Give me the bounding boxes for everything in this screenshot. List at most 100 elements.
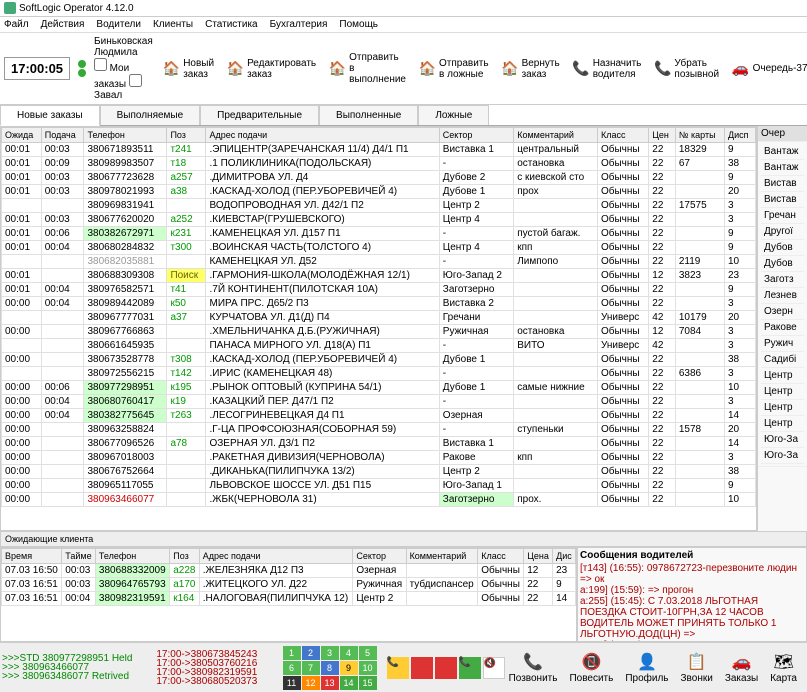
order-row[interactable]: 00:0000:04380382775645т263.ЛЕСОГРИНЕВЕЦК…: [2, 409, 756, 423]
sector-item[interactable]: Центр: [761, 400, 804, 416]
tab-completed[interactable]: Выполненные: [319, 105, 418, 125]
line-6[interactable]: 6: [283, 661, 301, 675]
line-4[interactable]: 4: [340, 646, 358, 660]
queue-button[interactable]: 🚗Очередь-379: [730, 58, 807, 80]
order-row[interactable]: 00:0100:06380382672971к231.КАМЕНЕЦКАЯ УЛ…: [2, 227, 756, 241]
assign-driver-button[interactable]: 📞Назначить водителя: [570, 56, 644, 82]
tab-false[interactable]: Ложные: [418, 105, 489, 125]
menu-stats[interactable]: Статистика: [205, 19, 258, 30]
line-15[interactable]: 15: [359, 676, 377, 690]
col-header[interactable]: Комментарий: [514, 128, 598, 143]
edit-order-button[interactable]: 🏠Редактировать заказ: [225, 56, 319, 82]
sector-item[interactable]: Дубов: [761, 256, 804, 272]
menu-drivers[interactable]: Водители: [96, 19, 141, 30]
order-row[interactable]: 380967777031а37КУРЧАТОВА УЛ. Д1(Д) П4Гре…: [2, 311, 756, 325]
order-row[interactable]: 00:0100:03380978021993а38.КАСКАД-ХОЛОД (…: [2, 185, 756, 199]
phone-btn-5[interactable]: 🔇: [483, 657, 505, 679]
order-row[interactable]: 00:01380688309308Поиск.ГАРМОНИЯ-ШКОЛА(МО…: [2, 269, 756, 283]
menu-help[interactable]: Помощь: [339, 19, 378, 30]
col-header[interactable]: Цен: [649, 128, 676, 143]
col-header[interactable]: Ожида: [2, 128, 42, 143]
orders-action[interactable]: 🚗Заказы: [725, 652, 758, 684]
order-row[interactable]: 00:00380963466077.ЖБК(ЧЕРНОВОЛА 31)Загот…: [2, 493, 756, 507]
line-13[interactable]: 13: [321, 676, 339, 690]
phone-btn-3[interactable]: [435, 657, 457, 679]
return-order-button[interactable]: 🏠Вернуть заказ: [499, 56, 562, 82]
line-11[interactable]: 11: [283, 676, 301, 690]
col-header[interactable]: № карты: [675, 128, 724, 143]
order-row[interactable]: 00:00380967766863.ХМЕЛЬНИЧАНКА Д.Б.(РУЖИ…: [2, 325, 756, 339]
order-row[interactable]: 00:0100:03380677723628а257.ДИМИТРОВА УЛ.…: [2, 171, 756, 185]
waiting-grid[interactable]: ВремяТаймеТелефонПозАдрес подачиСекторКо…: [0, 547, 577, 642]
waiting-row[interactable]: 07.03 16:5000:03380688332009а228.ЖЕЛЕЗНЯ…: [2, 564, 576, 578]
phone-btn-2[interactable]: [411, 657, 433, 679]
order-row[interactable]: 00:0000:04380680760417к19.КАЗАЦКИЙ ПЕР. …: [2, 395, 756, 409]
order-row[interactable]: 00:0100:03380677620020а252.КИЕВСТАР(ГРУШ…: [2, 213, 756, 227]
line-10[interactable]: 10: [359, 661, 377, 675]
sector-item[interactable]: Вантаж: [761, 160, 804, 176]
map-action[interactable]: 🗺Карта: [770, 652, 797, 684]
new-order-button[interactable]: 🏠Новый заказ: [161, 56, 217, 82]
sector-item[interactable]: Другої: [761, 224, 804, 240]
col-header[interactable]: Поз: [167, 128, 206, 143]
sector-item[interactable]: Центр: [761, 368, 804, 384]
menu-actions[interactable]: Действия: [41, 19, 85, 30]
line-12[interactable]: 12: [302, 676, 320, 690]
sector-item[interactable]: Озерн: [761, 304, 804, 320]
profile-action[interactable]: 👤Профиль: [625, 652, 668, 684]
line-1[interactable]: 1: [283, 646, 301, 660]
col-header[interactable]: Сектор: [439, 128, 513, 143]
order-row[interactable]: 380972556215т142.ИРИС (КАМЕНЕЦКАЯ 48)-Об…: [2, 367, 756, 381]
tab-executing[interactable]: Выполняемые: [100, 105, 201, 125]
tab-new-orders[interactable]: Новые заказы: [0, 105, 100, 126]
line-2[interactable]: 2: [302, 646, 320, 660]
order-row[interactable]: 00:00380967018003.РАКЕТНАЯ ДИВИЗИЯ(ЧЕРНО…: [2, 451, 756, 465]
sector-item[interactable]: Юго-За: [761, 432, 804, 448]
order-row[interactable]: 380969831941ВОДОПРОВОДНАЯ УЛ. Д42/1 П2Це…: [2, 199, 756, 213]
sector-item[interactable]: Вистав: [761, 192, 804, 208]
col-header[interactable]: Дисп: [725, 128, 756, 143]
menu-clients[interactable]: Клиенты: [153, 19, 193, 30]
line-8[interactable]: 8: [321, 661, 339, 675]
calls-action[interactable]: 📋Звонки: [681, 652, 713, 684]
col-header[interactable]: Подача: [41, 128, 84, 143]
order-row[interactable]: 00:00380673528778т308.КАСКАД-ХОЛОД (ПЕР.…: [2, 353, 756, 367]
sector-item[interactable]: Заготз: [761, 272, 804, 288]
line-9[interactable]: 9: [340, 661, 358, 675]
send-exec-button[interactable]: 🏠Отправить в выполнение: [327, 50, 409, 87]
col-header[interactable]: Класс: [597, 128, 648, 143]
col-header[interactable]: Адрес подачи: [206, 128, 439, 143]
waiting-row[interactable]: 07.03 16:5100:03380964765793а170.ЖИТЕЦКО…: [2, 578, 576, 592]
sector-item[interactable]: Лезнев: [761, 288, 804, 304]
hangup-action[interactable]: 📵Повесить: [569, 652, 613, 684]
menu-file[interactable]: Файл: [4, 19, 29, 30]
send-false-button[interactable]: 🏠Отправить в ложные: [417, 56, 492, 82]
order-row[interactable]: 00:0000:06380977298951к195.РЫНОК ОПТОВЫЙ…: [2, 381, 756, 395]
sector-item[interactable]: Дубов: [761, 240, 804, 256]
chk-all[interactable]: [129, 74, 142, 87]
line-5[interactable]: 5: [359, 646, 377, 660]
line-7[interactable]: 7: [302, 661, 320, 675]
chk-my-orders[interactable]: [94, 58, 107, 71]
remove-callsign-button[interactable]: 📞Убрать позывной: [652, 56, 722, 82]
line-3[interactable]: 3: [321, 646, 339, 660]
order-row[interactable]: 00:0100:04380680284832т300.ВОИНСКАЯ ЧАСТ…: [2, 241, 756, 255]
order-row[interactable]: 00:0100:09380989983507т18.1 ПОЛИКЛИНИКА(…: [2, 157, 756, 171]
line-14[interactable]: 14: [340, 676, 358, 690]
sector-item[interactable]: Ружич: [761, 336, 804, 352]
phone-btn-1[interactable]: 📞: [387, 657, 409, 679]
order-row[interactable]: 00:0000:04380989442089к50МИРА ПРС. Д65/2…: [2, 297, 756, 311]
orders-grid[interactable]: ОжидаПодачаТелефонПозАдрес подачиСекторК…: [0, 126, 757, 531]
sector-item[interactable]: Садибі: [761, 352, 804, 368]
order-row[interactable]: 00:00380963258824.Г-ЦА ПРОФСОЮЗНАЯ(СОБОР…: [2, 423, 756, 437]
order-row[interactable]: 00:0100:04380976582571т41.7Й КОНТИНЕНТ(П…: [2, 283, 756, 297]
order-row[interactable]: 00:00380676752664.ДИКАНЬКА(ПИЛИПЧУКА 13/…: [2, 465, 756, 479]
waiting-row[interactable]: 07.03 16:5100:04380982319591к164.НАЛОГОВ…: [2, 592, 576, 606]
tab-preliminary[interactable]: Предварительные: [200, 105, 319, 125]
order-row[interactable]: 380661645935ПАНАСА МИРНОГО УЛ. Д18(А) П1…: [2, 339, 756, 353]
order-row[interactable]: 00:00380677096526а78ОЗЕРНАЯ УЛ. Д3/1 П2В…: [2, 437, 756, 451]
sector-item[interactable]: Гречан: [761, 208, 804, 224]
col-header[interactable]: Телефон: [84, 128, 167, 143]
sector-item[interactable]: Центр: [761, 384, 804, 400]
menu-accounting[interactable]: Бухгалтерия: [270, 19, 328, 30]
